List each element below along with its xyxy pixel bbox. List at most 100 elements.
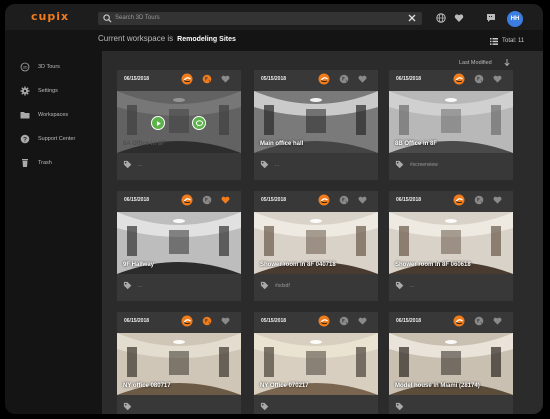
sidebar-item-settings[interactable]: Settings bbox=[20, 84, 58, 98]
heart-icon[interactable] bbox=[358, 75, 367, 83]
cupix-tour-icon[interactable] bbox=[453, 315, 465, 327]
tag-text: ... bbox=[138, 161, 143, 168]
sort-down-icon[interactable] bbox=[504, 59, 510, 66]
cupix-tour-icon[interactable] bbox=[453, 194, 465, 206]
cupix-tour-icon[interactable] bbox=[181, 73, 193, 85]
workspace-name[interactable]: Remodeling Sites bbox=[177, 36, 236, 43]
globe-icon[interactable] bbox=[339, 316, 349, 326]
tour-title[interactable]: Main office hall bbox=[260, 141, 303, 147]
globe-icon[interactable] bbox=[202, 195, 212, 205]
tour-title[interactable]: NY Office 070217 bbox=[260, 383, 309, 389]
tag-text: #sdsdf bbox=[275, 282, 290, 289]
hover-overlay bbox=[117, 91, 241, 153]
heart-icon[interactable] bbox=[493, 75, 502, 83]
tour-date: 06/15/2018 bbox=[124, 197, 150, 203]
tour-card[interactable]: 06/15/2018 9F Hallway ... bbox=[117, 191, 241, 301]
heart-icon[interactable] bbox=[454, 13, 464, 23]
tag-icon[interactable] bbox=[123, 281, 132, 290]
sidebar-item-trash[interactable]: Trash bbox=[20, 156, 52, 170]
tag-icon[interactable] bbox=[123, 160, 132, 169]
cupix-logo[interactable]: cupix bbox=[31, 10, 69, 23]
tour-title[interactable]: NY office 080717 bbox=[123, 383, 171, 389]
tour-title[interactable]: 8B Office in 8F bbox=[395, 141, 437, 147]
globe-icon[interactable] bbox=[474, 316, 484, 326]
search-bar[interactable]: Search 3D Tours bbox=[98, 12, 422, 25]
globe-icon[interactable] bbox=[474, 195, 484, 205]
tag-row: ... bbox=[123, 160, 142, 169]
tag-row bbox=[123, 402, 138, 411]
tag-row: ... bbox=[395, 281, 414, 290]
tour-title[interactable]: Shower room in 8F 060618 bbox=[395, 262, 471, 268]
avatar[interactable]: HH bbox=[507, 11, 523, 27]
tour-title[interactable]: Model house in Miami (28174) bbox=[395, 383, 480, 389]
svg-text:3D: 3D bbox=[22, 65, 27, 70]
play-button[interactable] bbox=[151, 116, 165, 130]
sidebar-item-label: Settings bbox=[38, 88, 58, 94]
tag-row: ... bbox=[260, 160, 279, 169]
globe-icon[interactable] bbox=[474, 74, 484, 84]
tour-title[interactable]: Shower room in 8F 040718 bbox=[260, 262, 336, 268]
tour-card[interactable]: 06/15/2018 Model house in Miami (28174) bbox=[389, 312, 513, 414]
tour-card[interactable]: 06/15/2018 Shower room in 8F 060618 ... bbox=[389, 191, 513, 301]
sidebar-item-label: Support Center bbox=[38, 136, 76, 142]
globe-icon[interactable] bbox=[202, 74, 212, 84]
tag-text: ... bbox=[410, 282, 415, 289]
svg-text:?: ? bbox=[23, 136, 27, 143]
heart-icon[interactable] bbox=[358, 196, 367, 204]
cupix-tour-icon[interactable] bbox=[453, 73, 465, 85]
cupix-tour-icon[interactable] bbox=[318, 73, 330, 85]
list-view-icon[interactable] bbox=[490, 38, 498, 45]
cupix-tour-icon[interactable] bbox=[318, 315, 330, 327]
heart-icon[interactable] bbox=[221, 75, 230, 83]
globe-icon[interactable] bbox=[339, 74, 349, 84]
heart-icon[interactable] bbox=[493, 317, 502, 325]
tag-row: #sdsdf bbox=[260, 281, 290, 290]
globe-icon[interactable] bbox=[436, 13, 446, 23]
tour-card[interactable]: 06/15/2018 8A Office in 8F ... bbox=[117, 70, 241, 180]
tour-date: 05/15/2018 bbox=[261, 318, 287, 324]
tag-text: ... bbox=[275, 161, 280, 168]
close-icon[interactable] bbox=[407, 13, 417, 23]
tour-title[interactable]: 9F Hallway bbox=[123, 262, 154, 268]
globe-icon[interactable] bbox=[202, 316, 212, 326]
help-icon: ? bbox=[20, 134, 30, 144]
tag-icon[interactable] bbox=[260, 281, 269, 290]
tag-row: #screenview bbox=[395, 160, 438, 169]
sidebar-item-support-center[interactable]: ? Support Center bbox=[20, 132, 75, 146]
tag-icon[interactable] bbox=[260, 402, 269, 411]
sidebar-item-label: Workspaces bbox=[38, 112, 69, 118]
chat-icon[interactable] bbox=[486, 13, 496, 23]
tag-row: ... bbox=[123, 281, 142, 290]
tag-icon[interactable] bbox=[260, 160, 269, 169]
globe-icon[interactable] bbox=[339, 195, 349, 205]
tour-card[interactable]: 06/15/2018 8B Office in 8F #screenview bbox=[389, 70, 513, 180]
cupix-tour-icon[interactable] bbox=[181, 194, 193, 206]
sidebar-item-3d-tours[interactable]: 3D 3D Tours bbox=[20, 60, 60, 74]
heart-icon[interactable] bbox=[221, 317, 230, 325]
sidebar-item-label: 3D Tours bbox=[38, 64, 60, 70]
tag-icon[interactable] bbox=[395, 160, 404, 169]
chat-bubble-button[interactable] bbox=[192, 116, 206, 130]
tour-date: 06/15/2018 bbox=[396, 76, 422, 82]
cupix-tour-icon[interactable] bbox=[181, 315, 193, 327]
heart-icon[interactable] bbox=[358, 317, 367, 325]
top-bar: cupix Search 3D Tours HH bbox=[5, 4, 543, 30]
tag-text: #screenview bbox=[410, 161, 438, 168]
tag-row bbox=[260, 402, 275, 411]
tour-card[interactable]: 06/15/2018 NY office 080717 bbox=[117, 312, 241, 414]
tour-date: 06/15/2018 bbox=[396, 318, 422, 324]
tour-card[interactable]: 05/15/2018 Main office hall ... bbox=[254, 70, 378, 180]
sort-dropdown[interactable]: Last Modified bbox=[459, 60, 492, 66]
cupix-tour-icon[interactable] bbox=[318, 194, 330, 206]
sidebar-item-workspaces[interactable]: Workspaces bbox=[20, 108, 68, 122]
tour-card[interactable]: 05/15/2018 Shower room in 8F 040718 #sds… bbox=[254, 191, 378, 301]
heart-icon[interactable] bbox=[493, 196, 502, 204]
folder-icon bbox=[20, 112, 30, 119]
search-input[interactable]: Search 3D Tours bbox=[115, 15, 160, 21]
tour-card[interactable]: 05/15/2018 NY Office 070217 bbox=[254, 312, 378, 414]
tag-icon[interactable] bbox=[395, 281, 404, 290]
tag-icon[interactable] bbox=[395, 402, 404, 411]
tag-text: ... bbox=[138, 282, 143, 289]
heart-icon[interactable] bbox=[221, 196, 230, 204]
tag-icon[interactable] bbox=[123, 402, 132, 411]
